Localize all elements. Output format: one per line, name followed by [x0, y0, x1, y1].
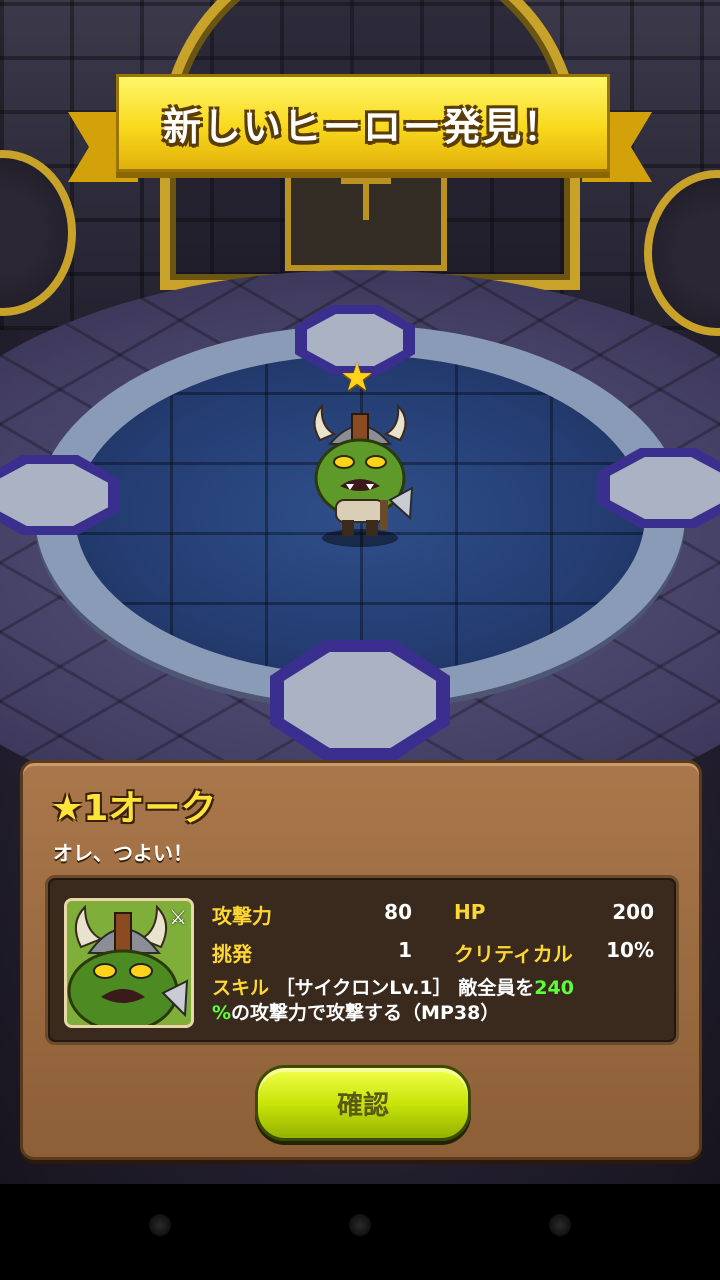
nav-recents-icon[interactable]	[549, 1214, 571, 1236]
confirm-button[interactable]: 確認	[255, 1065, 471, 1141]
banner-ribbon: 新しいヒーロー発見！	[116, 74, 610, 172]
hero-quote: オレ、つよい！	[53, 841, 193, 865]
nav-back-icon[interactable]	[149, 1214, 171, 1236]
critical-label: クリティカル	[454, 942, 573, 966]
attack-label: 攻撃力	[212, 904, 272, 928]
hp-label: HP	[454, 900, 486, 924]
provoke-label: 挑発	[212, 942, 252, 966]
new-hero-banner: 新しいヒーロー発見！	[68, 70, 652, 188]
skill-multiplier: 240	[534, 977, 574, 999]
skill-desc-post: の攻撃力で攻撃する（MP38）	[231, 1002, 500, 1024]
skill-desc-pre: 敵全員を	[458, 977, 535, 999]
summon-pad-bottom	[270, 640, 450, 760]
hero-info-panel: ★1オーク オレ、つよい！ ⚔ 攻撃力 80 HP 200 挑発 1 クリティカ…	[20, 760, 702, 1160]
hero-name: ★1オーク	[51, 788, 217, 829]
skill-percent: %	[212, 1002, 232, 1024]
stats-box: ⚔ 攻撃力 80 HP 200 挑発 1 クリティカル 10% スキル ［サイク…	[45, 875, 679, 1045]
banner-title: 新しいヒーロー発見！	[162, 104, 563, 149]
orc-portrait-icon: ⚔	[64, 898, 194, 1028]
attack-value: 80	[384, 900, 412, 924]
system-nav-bar	[0, 1184, 720, 1280]
skill-label: スキル	[212, 977, 270, 999]
critical-value: 10%	[606, 938, 654, 962]
crossed-swords-icon: ⚔	[169, 905, 187, 929]
orc-hero-sprite	[313, 403, 414, 547]
skill-description: スキル ［サイクロンLv.1］ 敵全員を240 %の攻撃力で攻撃する（MP38）	[212, 976, 662, 1026]
skill-name: ［サイクロンLv.1］	[275, 977, 452, 999]
confirm-button-label: 確認	[336, 1090, 389, 1121]
star-icon: ★	[340, 355, 375, 399]
provoke-value: 1	[398, 938, 412, 962]
hp-value: 200	[612, 900, 654, 924]
nav-home-icon[interactable]	[349, 1214, 371, 1236]
